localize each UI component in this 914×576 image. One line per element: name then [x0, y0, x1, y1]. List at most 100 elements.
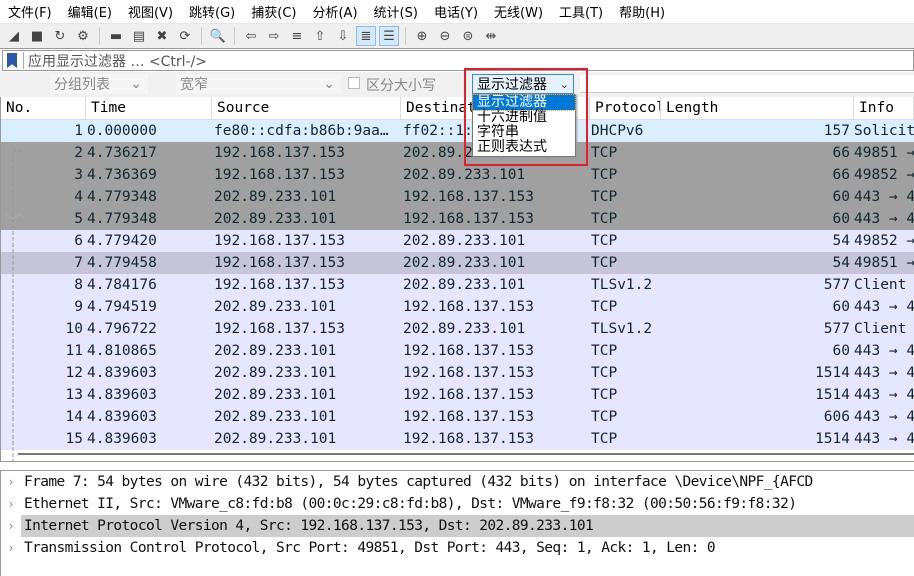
column-header[interactable]: Info [854, 97, 914, 119]
table-row[interactable]: 5 4.779348 202.89.233.101 192.168.137.153 TC… [1, 208, 914, 230]
cell-proto: TLSv1.2 [591, 277, 653, 293]
column-header[interactable]: Time [86, 97, 212, 119]
shark-fin-start-icon[interactable]: ◢ [4, 26, 24, 46]
zoom-in-icon[interactable]: ⊕ [412, 26, 432, 46]
table-row[interactable]: 14 4.839603 202.89.233.101 192.168.137.153 T… [1, 406, 914, 428]
first-packet-icon[interactable]: ⇧ [310, 26, 330, 46]
dropdown-option[interactable]: 字符串 [473, 125, 575, 140]
cell-proto: TCP [591, 409, 618, 425]
stop-icon[interactable]: ■ [27, 26, 47, 46]
open-folder-icon[interactable]: ▬ [106, 26, 126, 46]
detail-tree-item[interactable]: › Frame 7: 54 bytes on wire (432 bits), 5… [1, 471, 914, 493]
cell-info: Client [854, 321, 907, 337]
table-row[interactable]: 8 4.784176 192.168.137.153 202.89.233.101 TL… [1, 274, 914, 296]
cell-src: 202.89.233.101 [214, 211, 337, 227]
table-row[interactable]: 9 4.794519 202.89.233.101 192.168.137.153 TC… [1, 296, 914, 318]
table-row[interactable]: 7 4.779458 192.168.137.153 202.89.233.101 TC… [1, 252, 914, 274]
search-scope-combo[interactable]: 分组列表 ⌄ [50, 74, 148, 94]
menu-item[interactable]: 工具(T) [551, 2, 611, 21]
menu-item[interactable]: 统计(S) [366, 2, 426, 21]
dropdown-option[interactable]: 正则表达式 [473, 140, 575, 155]
detail-tree-item[interactable]: › Transmission Control Protocol, Src Port… [1, 537, 914, 559]
menu-item[interactable]: 分析(A) [304, 2, 365, 21]
table-row[interactable]: 3 4.736369 192.168.137.153 202.89.233.101 TC… [1, 164, 914, 186]
column-header[interactable]: Length [661, 97, 854, 119]
column-header[interactable]: Protocol [590, 97, 661, 119]
detail-text: Internet Protocol Version 4, Src: 192.16… [21, 515, 914, 537]
cell-dst: 192.168.137.153 [403, 211, 534, 227]
menu-bar: 文件(F) 编辑(E) 视图(V) 跳转(G) 捕获(C) 分析(A) 统计(S) 电话(Y)… [0, 0, 914, 23]
cell-dst: 202.89.233.101 [403, 321, 526, 337]
bookmark-icon[interactable] [7, 53, 17, 68]
save-file-icon[interactable]: ▤ [129, 26, 149, 46]
table-row[interactable]: 1 0.000000 fe80::cdfa:b86b:9aa… ff02::1:2 DH… [1, 120, 914, 142]
search-scope-value: 分组列表 [54, 77, 110, 93]
find-icon[interactable]: 🔍 [208, 26, 228, 46]
menu-item[interactable]: 文件(F) [0, 2, 60, 21]
detail-tree-item[interactable]: › Ethernet II, Src: VMware_c8:fd:b8 (00:0… [1, 493, 914, 515]
dropdown-option[interactable]: 十六进制值 [473, 110, 575, 125]
chevron-right-icon[interactable]: › [1, 475, 21, 489]
forward-arrow-icon[interactable]: ⇨ [264, 26, 284, 46]
cell-proto: TCP [591, 431, 618, 447]
cell-len: 1514 [815, 387, 850, 403]
cell-len: 60 [832, 299, 850, 315]
colorize-icon[interactable]: ☰ [379, 26, 399, 46]
cell-len: 577 [823, 277, 850, 293]
zoom-normal-icon[interactable]: ⊜ [458, 26, 478, 46]
options-gear-icon[interactable]: ⚙ [73, 26, 93, 46]
charset-combo[interactable]: 宽窄 ⌄ [176, 74, 341, 94]
case-sensitive-checkbox[interactable] [348, 77, 360, 89]
cell-info: 49851 → [854, 145, 914, 161]
display-filter-input[interactable]: 应用显示过滤器 … <Ctrl-/> [28, 51, 207, 71]
table-row[interactable]: 12 4.839603 202.89.233.101 192.168.137.153 T… [1, 362, 914, 384]
cell-info: 443 → 4 [854, 365, 914, 381]
menu-item[interactable]: 编辑(E) [60, 2, 120, 21]
menu-item[interactable]: 视图(V) [120, 2, 181, 21]
cell-src: 202.89.233.101 [214, 299, 337, 315]
horizontal-scrollbar[interactable] [18, 453, 914, 455]
search-input[interactable] [580, 75, 914, 93]
chevron-right-icon[interactable]: › [1, 519, 21, 533]
cell-src: 192.168.137.153 [214, 255, 345, 271]
cell-time: 4.736369 [87, 167, 157, 183]
menu-item[interactable]: 捕获(C) [243, 2, 304, 21]
table-row[interactable]: 6 4.779420 192.168.137.153 202.89.233.101 TC… [1, 230, 914, 252]
resize-columns-icon[interactable]: ⇹ [481, 26, 501, 46]
table-row[interactable]: 2 4.736217 192.168.137.153 202.89.233.101 TC… [1, 142, 914, 164]
main-toolbar: ◢ ■ ↻ ⚙ ▬ ▤ ✖ ⟳ 🔍 ⇦ ⇨ ≡ ⇧ ⇩ ≣ ☰ ⊕ ⊖ ⊜ ⇹ [0, 23, 914, 49]
cell-no: 1 [74, 123, 83, 139]
menu-item[interactable]: 跳转(G) [181, 2, 243, 21]
display-filter-bar[interactable]: 应用显示过滤器 … <Ctrl-/> [2, 50, 914, 71]
menu-item[interactable]: 帮助(H) [611, 2, 673, 21]
cell-len: 577 [823, 321, 850, 337]
chevron-right-icon[interactable]: › [1, 497, 21, 511]
table-row[interactable]: 15 4.839603 202.89.233.101 192.168.137.153 T… [1, 428, 914, 450]
table-row[interactable]: 4 4.779348 202.89.233.101 192.168.137.153 TC… [1, 186, 914, 208]
cell-len: 54 [832, 255, 850, 271]
cell-len: 60 [832, 189, 850, 205]
cell-dst: 192.168.137.153 [403, 343, 534, 359]
cell-time: 4.839603 [87, 387, 157, 403]
dropdown-option[interactable]: 显示过滤器 [472, 94, 576, 111]
last-packet-icon[interactable]: ⇩ [333, 26, 353, 46]
table-row[interactable]: 13 4.839603 202.89.233.101 192.168.137.153 T… [1, 384, 914, 406]
cell-info: 443 → 4 [854, 387, 914, 403]
restart-icon[interactable]: ↻ [50, 26, 70, 46]
zoom-out-icon[interactable]: ⊖ [435, 26, 455, 46]
column-header[interactable]: No. [1, 97, 86, 119]
back-arrow-icon[interactable]: ⇦ [241, 26, 261, 46]
autoscroll-icon[interactable]: ≣ [356, 26, 376, 46]
column-header[interactable]: Source [212, 97, 401, 119]
cell-len: 1514 [815, 365, 850, 381]
close-file-icon[interactable]: ✖ [152, 26, 172, 46]
menu-item[interactable]: 电话(Y) [426, 2, 486, 21]
chevron-right-icon[interactable]: › [1, 541, 21, 555]
table-row[interactable]: 10 4.796722 192.168.137.153 202.89.233.101 T… [1, 318, 914, 340]
table-row[interactable]: 11 4.810865 202.89.233.101 192.168.137.153 T… [1, 340, 914, 362]
detail-text: Frame 7: 54 bytes on wire (432 bits), 54… [24, 474, 813, 490]
menu-item[interactable]: 无线(W) [486, 2, 551, 21]
go-to-packet-icon[interactable]: ≡ [287, 26, 307, 46]
detail-tree-item[interactable]: › Internet Protocol Version 4, Src: 192.1… [1, 515, 914, 537]
reload-icon[interactable]: ⟳ [175, 26, 195, 46]
